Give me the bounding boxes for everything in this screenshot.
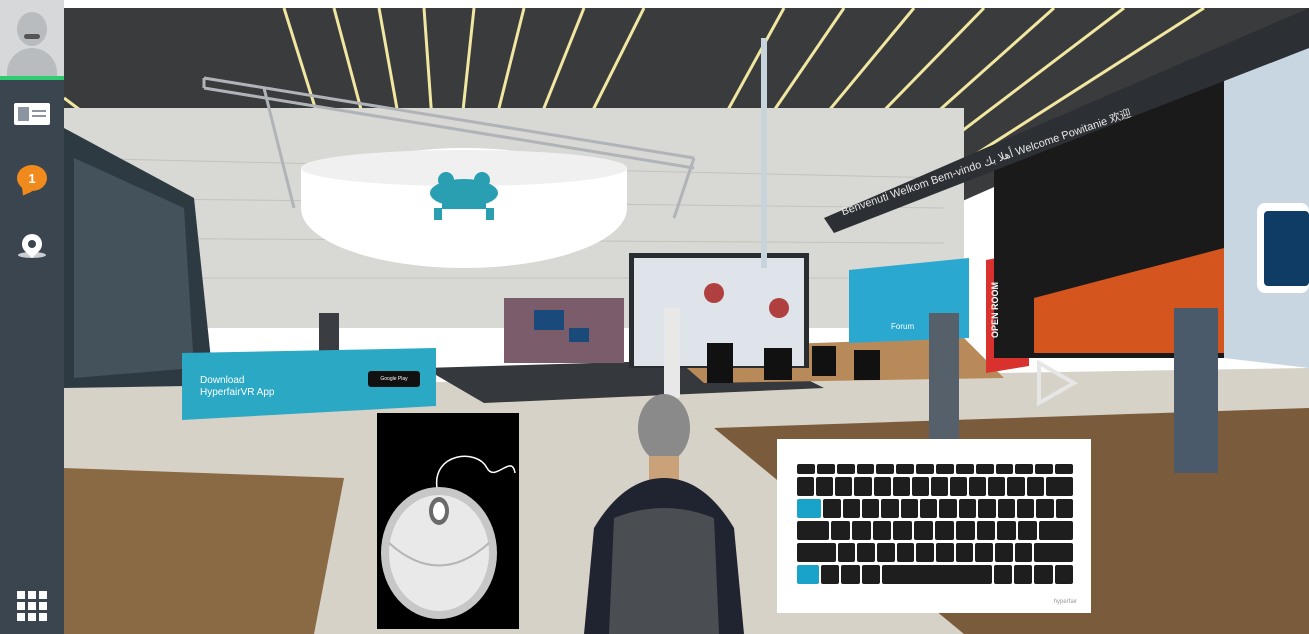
avatar-mustache (24, 34, 40, 39)
download-line-2: HyperfairVR App (200, 387, 275, 398)
user-avatar[interactable] (0, 0, 64, 80)
notifications-button[interactable]: 1 (10, 160, 54, 196)
location-button[interactable] (10, 222, 54, 266)
notification-badge: 1 (28, 170, 36, 186)
forum-label[interactable]: Forum (891, 322, 914, 331)
scene-drawing (64, 8, 1309, 634)
avatar-head (17, 12, 47, 46)
download-line-1: Download (200, 375, 245, 386)
business-card-button[interactable] (10, 96, 54, 132)
pillar-right (1174, 308, 1218, 473)
business-card-icon (14, 103, 50, 125)
keyboard-logo: hyperfair (1053, 599, 1077, 605)
virtual-fair-scene[interactable]: Download HyperfairVR App Google Play For… (64, 8, 1309, 634)
mouse-controls-guide (377, 413, 519, 629)
booth-purple (504, 298, 624, 363)
keyboard-controls-guide: hyperfair (777, 439, 1091, 613)
open-room-label[interactable]: OPEN ROOM (990, 282, 1000, 338)
avatar-body (7, 48, 57, 76)
left-sidebar: 1 (0, 0, 64, 634)
keyboard-diagram (797, 464, 1074, 587)
download-app-banner[interactable]: Download HyperfairVR App Google Play (182, 347, 436, 419)
chat-bubble-icon: 1 (17, 165, 47, 191)
grid-menu-icon (17, 591, 47, 621)
apps-menu-button[interactable] (10, 588, 54, 624)
google-play-badge[interactable]: Google Play (368, 371, 420, 387)
wood-floor-left (64, 468, 344, 634)
pillar-left (929, 313, 959, 453)
mouse-icon (381, 455, 516, 619)
